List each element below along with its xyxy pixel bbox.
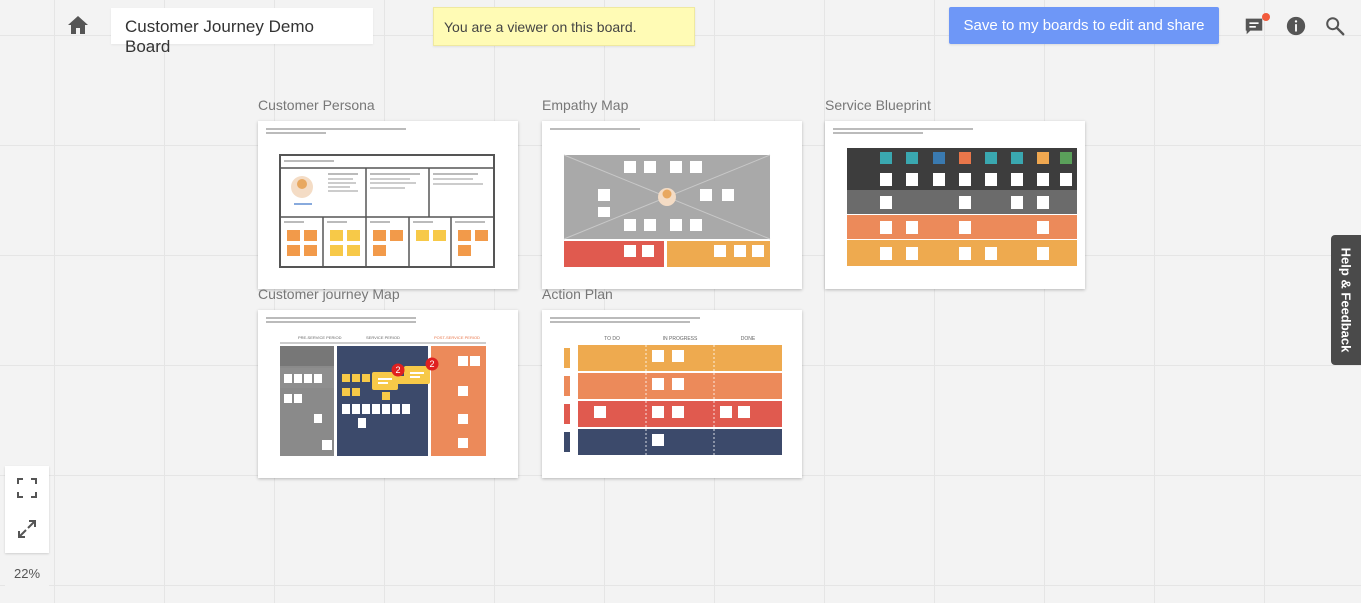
frame-title-customer-persona: Customer Persona <box>258 97 375 113</box>
column-todo: TO DO <box>604 336 620 342</box>
stage-post-service: POST-SERVICE PERIOD <box>434 335 480 340</box>
help-feedback-tab[interactable]: Help & Feedback <box>1331 235 1361 365</box>
help-feedback-label: Help & Feedback <box>1338 247 1354 353</box>
zoom-level[interactable]: 22% <box>5 556 49 592</box>
viewer-notice: You are a viewer on this board. <box>433 7 695 46</box>
column-done: DONE <box>741 336 756 342</box>
frame-empathy-map[interactable] <box>542 121 802 289</box>
frame-customer-persona[interactable] <box>258 121 518 289</box>
search-icon[interactable] <box>1324 15 1346 37</box>
zoom-controls <box>5 466 49 553</box>
board-title[interactable]: Customer Journey Demo Board <box>111 8 373 56</box>
frame-title-action-plan: Action Plan <box>542 286 613 302</box>
comment-count-badge: 2 <box>429 359 434 369</box>
frame-service-blueprint[interactable] <box>825 121 1085 289</box>
fit-to-screen-icon[interactable] <box>15 476 39 500</box>
column-in-progress: IN PROGRESS <box>663 336 698 342</box>
home-icon[interactable] <box>66 13 90 37</box>
frame-customer-journey-map[interactable]: PRE-SERVICE PERIOD SERVICE PERIOD POST-S… <box>258 310 518 478</box>
frame-title-customer-journey-map: Customer journey Map <box>258 286 400 302</box>
save-to-my-boards-button[interactable]: Save to my boards to edit and share <box>949 7 1219 44</box>
frame-title-empathy-map: Empathy Map <box>542 97 629 113</box>
frame-title-service-blueprint: Service Blueprint <box>825 97 931 113</box>
info-icon[interactable] <box>1285 15 1307 37</box>
stage-service: SERVICE PERIOD <box>366 335 400 340</box>
fullscreen-icon[interactable] <box>15 517 39 541</box>
comment-count-badge: 2 <box>395 365 400 375</box>
frame-action-plan[interactable]: TO DO IN PROGRESS DONE <box>542 310 802 478</box>
notification-badge <box>1262 13 1270 21</box>
stage-pre-service: PRE-SERVICE PERIOD <box>298 335 342 340</box>
